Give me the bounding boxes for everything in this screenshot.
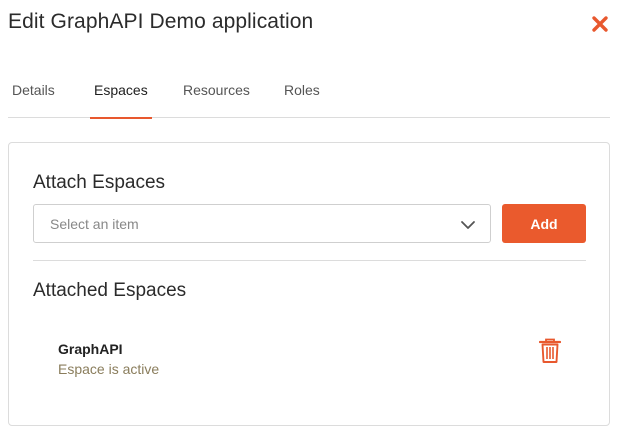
close-icon[interactable]	[591, 15, 609, 33]
espace-select[interactable]: Select an item	[33, 204, 491, 243]
chevron-down-icon	[460, 217, 476, 233]
edit-application-dialog: Edit GraphAPI Demo application Details E…	[0, 0, 621, 442]
dialog-title: Edit GraphAPI Demo application	[8, 10, 314, 33]
tab-details[interactable]: Details	[12, 70, 55, 118]
espace-item-status: Espace is active	[58, 361, 160, 377]
tab-bar: Details Espaces Resources Roles	[8, 70, 610, 119]
tab-resources[interactable]: Resources	[183, 70, 250, 118]
attach-espaces-heading: Attach Espaces	[33, 172, 166, 193]
espace-item-name: GraphAPI	[58, 341, 123, 357]
attached-espaces-heading: Attached Espaces	[33, 280, 187, 301]
select-placeholder: Select an item	[50, 216, 139, 232]
espaces-card: Attach Espaces Select an item Add Attach…	[8, 142, 610, 426]
tab-espaces[interactable]: Espaces	[90, 70, 152, 119]
section-divider	[33, 260, 586, 261]
add-button[interactable]: Add	[502, 204, 586, 243]
trash-icon[interactable]	[538, 338, 562, 364]
tab-roles[interactable]: Roles	[284, 70, 320, 118]
